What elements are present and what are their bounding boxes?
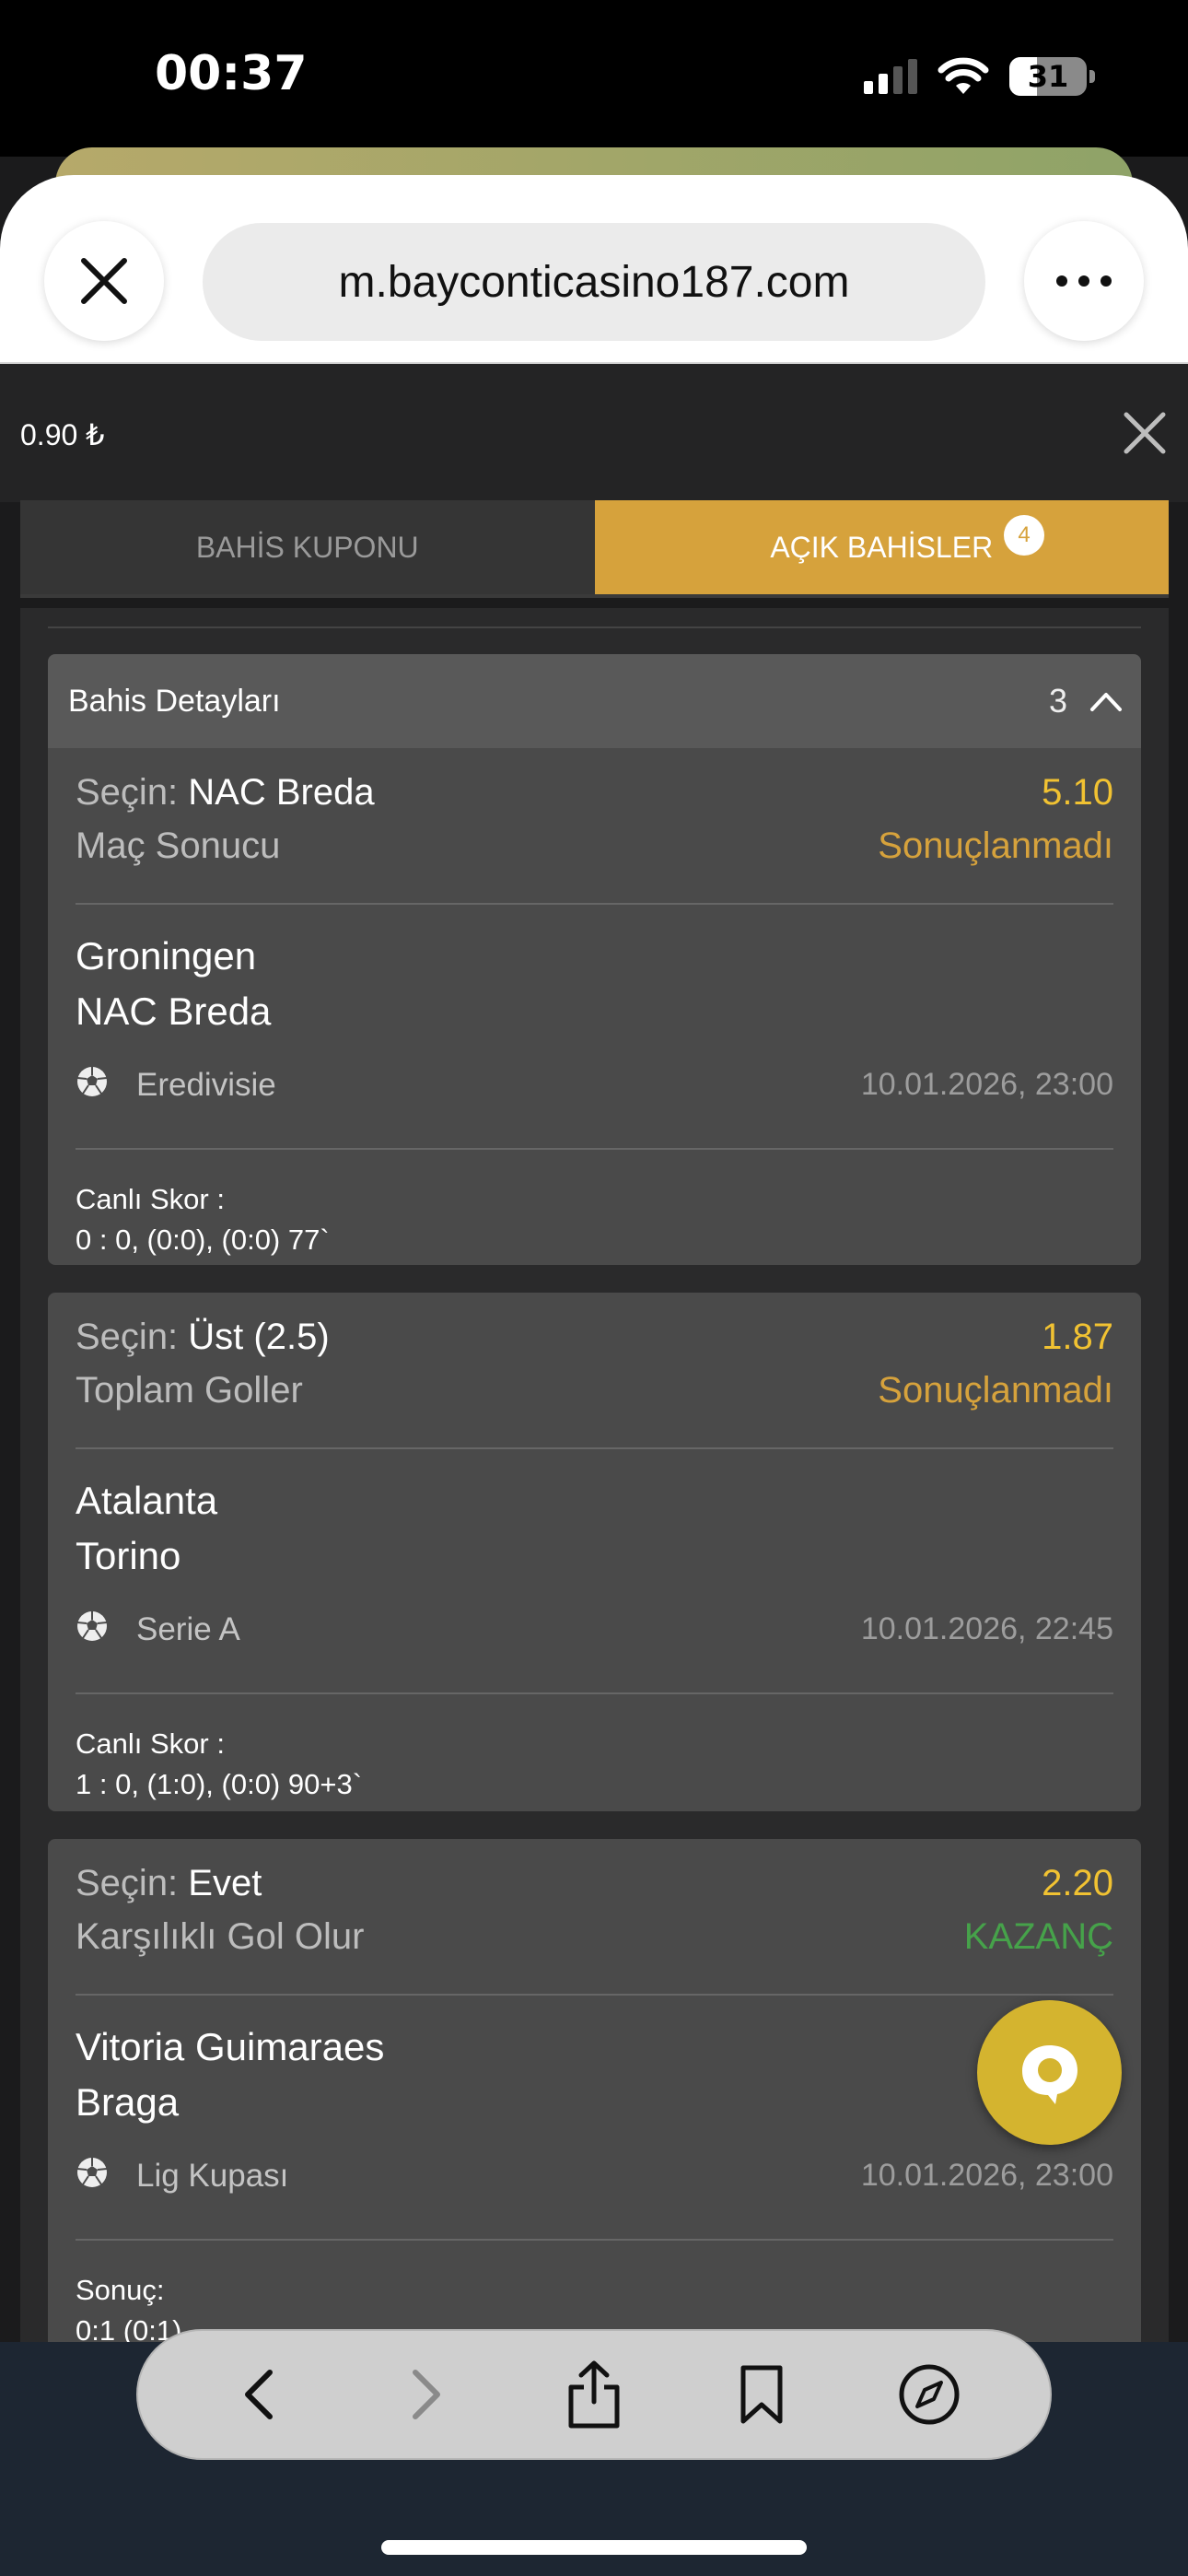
betslip-header: 0.90 ₺ [0,364,1188,502]
tab-label: AÇIK BAHİSLER [770,530,994,564]
market-name: Maç Sonucu [76,825,281,866]
bet-selection-card-meta: Eredivisie 10.01.2026, 23:00 Canlı Skor … [48,1041,1141,1265]
home-team: Atalanta [76,1479,218,1522]
tab-acik-bahisler[interactable]: AÇIK BAHİSLER 4 [594,500,1169,594]
ellipsis-icon [1056,275,1112,287]
chat-bubble-icon [1021,2044,1077,2104]
selection-value: NAC Breda [188,772,375,813]
selection-value: Üst (2.5) [188,1317,330,1357]
market-name: Toplam Goller [76,1370,303,1411]
bet-selection-card: Seçin: Üst (2.5) 1.87 Toplam Goller Sonu… [48,1293,1141,1811]
away-team: Torino [76,1534,181,1577]
selection-value: Evet [188,1863,262,1903]
bet-details-header[interactable]: Bahis Detayları 3 [48,654,1141,748]
chevron-right-icon [413,2370,440,2419]
selection-label: Seçin: [76,1863,189,1903]
away-team: Braga [76,2080,180,2124]
status-icons: 31 [864,57,1095,96]
share-icon [568,2360,620,2429]
away-team: NAC Breda [76,989,272,1033]
tab-bahis-kuponu[interactable]: BAHİS KUPONU [20,500,595,594]
status-bar: 00:37 31 [0,0,1188,157]
match-datetime: 10.01.2026, 23:00 [860,2158,1113,2193]
bet-details-count: 3 [1048,682,1067,720]
divider [20,594,1169,598]
cellular-signal-icon [864,59,917,94]
odds: 1.87 [1042,1317,1113,1357]
url-bar[interactable]: m.bayconticasino187.com [203,223,985,341]
divider [76,1148,1113,1150]
bet-status: Sonuçlanmadı [878,825,1113,866]
live-score-label: Canlı Skor : [76,1183,225,1215]
close-icon [81,258,127,304]
bet-status: KAZANÇ [963,1916,1113,1957]
open-bets-count-badge: 4 [1004,515,1044,556]
match-datetime: 10.01.2026, 23:00 [860,1067,1113,1102]
wifi-icon [938,57,989,94]
back-button[interactable] [217,2353,300,2436]
betslip-tabs: BAHİS KUPONU AÇIK BAHİSLER 4 [20,500,1169,594]
browser-toolbar [136,2329,1052,2460]
battery-level: 31 [1027,59,1069,94]
divider [48,626,1141,628]
match-datetime: 10.01.2026, 22:45 [860,1611,1113,1646]
bet-status: Sonuçlanmadı [878,1370,1113,1411]
close-browser-button[interactable] [44,221,164,341]
home-indicator[interactable] [381,2540,807,2555]
bookmarks-button[interactable] [720,2353,803,2436]
forward-button[interactable] [385,2353,468,2436]
live-chat-button[interactable] [977,2000,1122,2145]
selection-label: Seçin: [76,1317,189,1357]
bet-details-title: Bahis Detayları [68,684,281,719]
divider [76,1994,1113,1996]
home-team: Vitoria Guimaraes [76,2025,385,2068]
league-name: Eredivisie [136,1067,276,1103]
share-button[interactable] [553,2353,635,2436]
chevron-left-icon [245,2370,273,2419]
result-label: Sonuç: [76,2274,165,2306]
odds: 2.20 [1042,1863,1113,1903]
odds: 5.10 [1042,772,1113,813]
browser-top-bar: m.bayconticasino187.com [0,175,1188,364]
compass-icon [899,2364,960,2425]
divider [76,1692,1113,1694]
bet-selection-card: Seçin: NAC Breda 5.10 Maç Sonucu Sonuçla… [48,748,1141,1043]
battery-icon: 31 [1009,57,1095,96]
league-name: Serie A [136,1611,240,1647]
status-time: 00:37 [155,46,308,101]
close-panel-icon[interactable] [1122,410,1168,456]
bookmark-icon [740,2365,783,2424]
open-in-safari-button[interactable] [888,2353,971,2436]
home-team: Groningen [76,934,257,978]
live-score-label: Canlı Skor : [76,1727,225,1760]
soccer-ball-icon [76,2158,108,2187]
tab-label: BAHİS KUPONU [195,530,419,564]
live-score: 1 : 0, (1:0), (0:0) 90+3` [76,1768,363,1800]
selection-label: Seçin: [76,772,189,813]
soccer-ball-icon [76,1067,108,1096]
chevron-up-icon[interactable] [1089,687,1123,715]
bet-selection-card: Seçin: Evet 2.20 Karşılıklı Gol Olur KAZ… [48,1839,1141,2342]
more-options-button[interactable] [1024,221,1144,341]
divider [76,2239,1113,2241]
divider [76,903,1113,905]
league-name: Lig Kupası [136,2158,289,2194]
soccer-ball-icon [76,1611,108,1641]
market-name: Karşılıklı Gol Olur [76,1916,365,1957]
live-score: 0 : 0, (0:0), (0:0) 77` [76,1224,330,1256]
balance: 0.90 ₺ [20,418,105,451]
divider [76,1447,1113,1449]
